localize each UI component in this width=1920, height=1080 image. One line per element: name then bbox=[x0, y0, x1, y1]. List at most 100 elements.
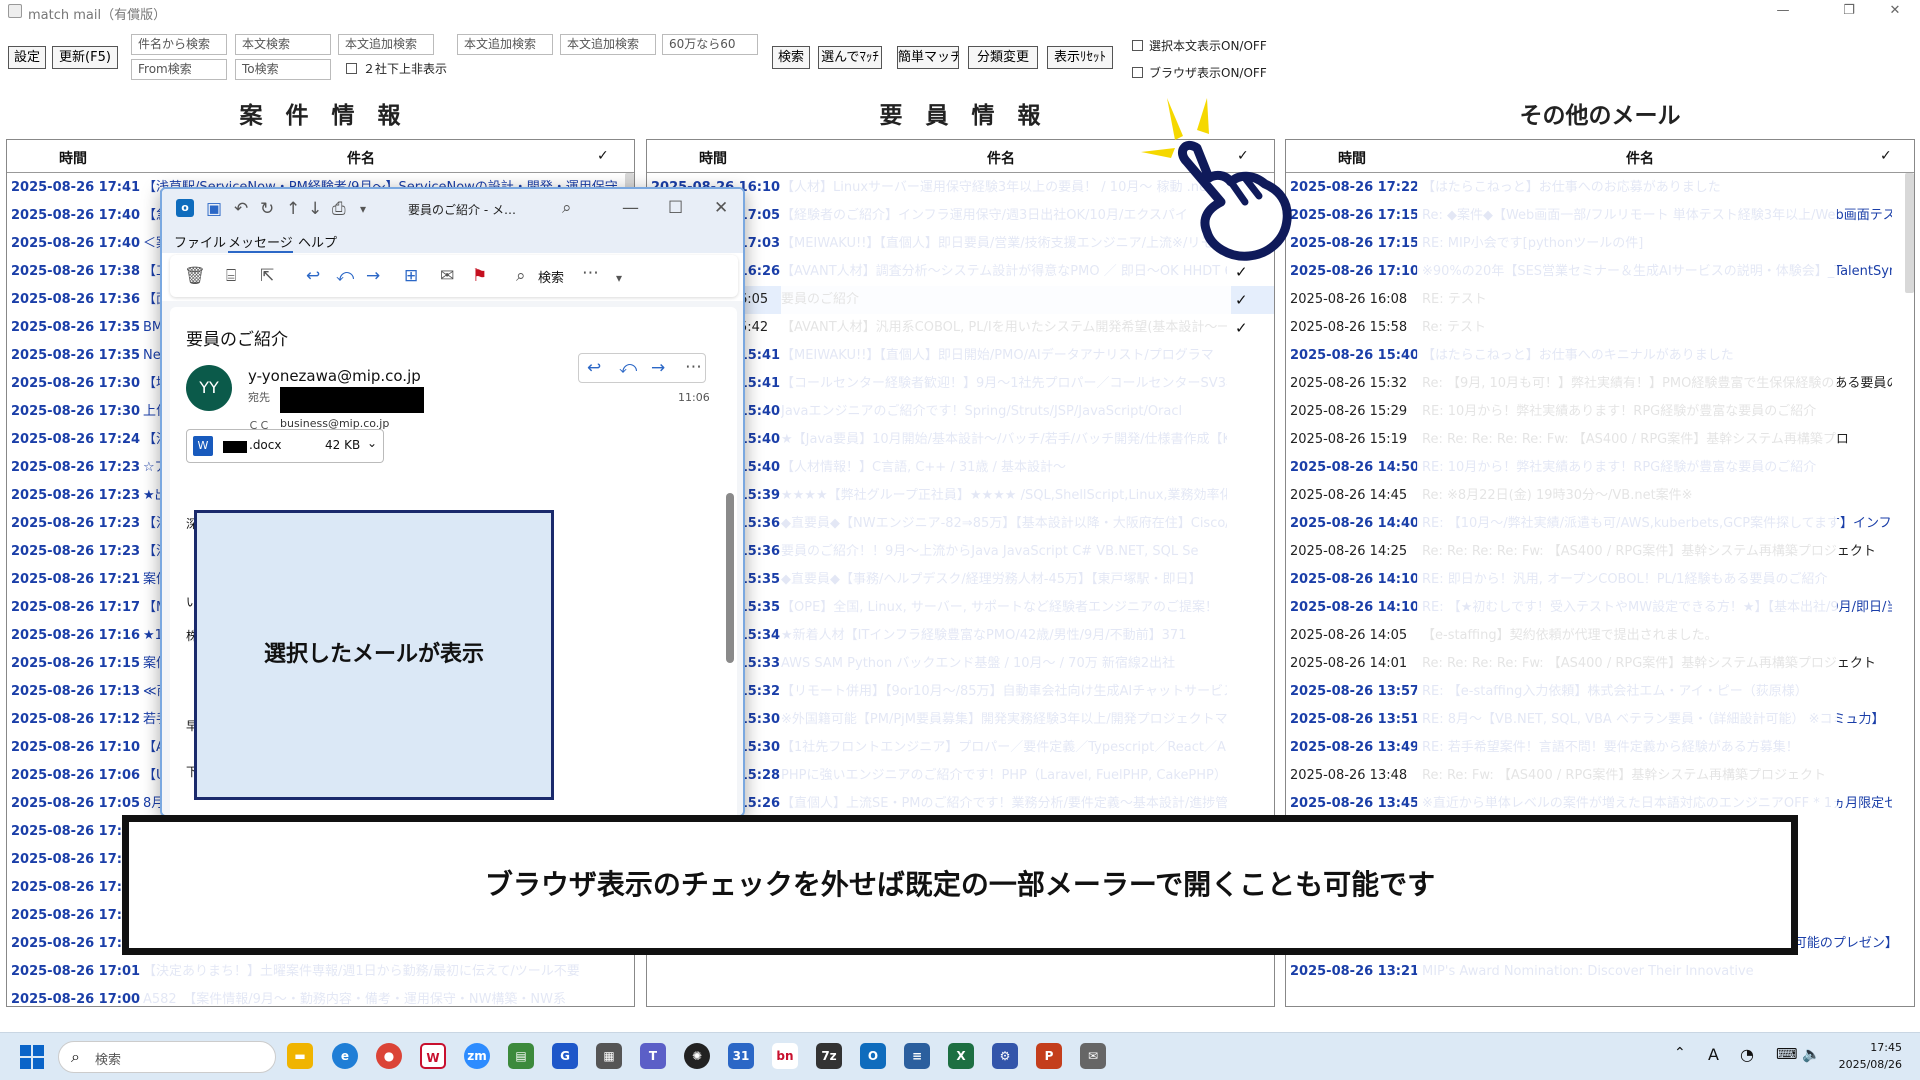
row-time: 2025-08-26 17:10 bbox=[11, 740, 141, 755]
toggle-body-checkbox[interactable]: 選択本文表示ON/OFF bbox=[1132, 39, 1267, 53]
notepad-icon[interactable]: ≡ bbox=[904, 1043, 930, 1069]
column-time[interactable]: 時間 bbox=[699, 148, 727, 168]
flag-icon[interactable]: ⚑ bbox=[472, 266, 487, 286]
taskbar-search[interactable]: ⌕ 検索 bbox=[58, 1041, 276, 1073]
app-g-icon[interactable]: G bbox=[552, 1043, 578, 1069]
body-search-input[interactable]: 本文検索 bbox=[235, 34, 331, 55]
reply-all-icon[interactable]: ⤺ bbox=[336, 266, 354, 286]
file-explorer-icon[interactable]: ▬ bbox=[287, 1043, 313, 1069]
toggle-body-label: 選択本文表示ON/OFF bbox=[1149, 39, 1267, 53]
search-icon[interactable]: ⌕ bbox=[562, 198, 572, 218]
edge-browser-icon[interactable]: e bbox=[332, 1043, 358, 1069]
forward-icon[interactable]: → bbox=[366, 266, 380, 286]
row-check-mark[interactable]: ✓ bbox=[1235, 314, 1248, 342]
reply-all-icon[interactable]: ⤺ bbox=[619, 358, 637, 378]
chrome-icon[interactable]: ● bbox=[376, 1043, 402, 1069]
refresh-button[interactable]: 更新(F5) bbox=[52, 46, 118, 69]
row-time: 2025-08-26 14:25 bbox=[1290, 544, 1408, 559]
excel-icon[interactable]: X bbox=[948, 1043, 974, 1069]
attachment[interactable]: W .docx 42 KB ⌄ bbox=[186, 429, 384, 463]
row-check-mark[interactable]: ✓ bbox=[1235, 286, 1248, 314]
down-arrow-icon[interactable]: ↓ bbox=[308, 199, 322, 219]
clock-date[interactable]: 2025/08/26 bbox=[1838, 1058, 1902, 1071]
copilot-icon[interactable]: ◔ bbox=[1740, 1045, 1754, 1064]
windows-start-icon[interactable] bbox=[20, 1045, 44, 1069]
search-button[interactable]: 検索 bbox=[772, 46, 810, 69]
to-search-input[interactable]: To検索 bbox=[235, 59, 331, 80]
subject-search-input[interactable]: 件名から検索 bbox=[131, 34, 227, 55]
scrollbar-thumb[interactable] bbox=[1905, 173, 1914, 293]
minimize-icon[interactable]: — bbox=[622, 198, 639, 218]
more-options-icon[interactable]: ⋯ bbox=[582, 263, 599, 283]
outlook-icon[interactable]: O bbox=[860, 1043, 886, 1069]
tab-message[interactable]: メッセージ bbox=[228, 232, 293, 253]
volume-icon[interactable]: 🔈 bbox=[1802, 1045, 1821, 1063]
redo-icon[interactable]: ↻ bbox=[260, 199, 274, 219]
reset-view-button[interactable]: 表示ﾘｾｯﾄ bbox=[1047, 46, 1113, 69]
match-mail-app: match mail（有償版） — ❐ ✕ 設定 更新(F5) 件名から検索 本… bbox=[0, 0, 1920, 1080]
more-options-icon[interactable]: ⋯ bbox=[685, 357, 702, 377]
easy-match-button[interactable]: 簡単マッチ bbox=[897, 46, 959, 69]
forward-icon[interactable]: → bbox=[651, 358, 665, 378]
column-subject[interactable]: 件名 bbox=[987, 148, 1015, 168]
rules-icon[interactable]: ✉ bbox=[440, 266, 454, 286]
move-icon[interactable]: ⇱ bbox=[260, 266, 274, 286]
price-rule-input[interactable]: 60万なら60 bbox=[662, 34, 758, 55]
body-add-search-input-3[interactable]: 本文追加検索 bbox=[560, 34, 656, 55]
ime-indicator[interactable]: A bbox=[1708, 1045, 1719, 1064]
7zip-icon[interactable]: 7z bbox=[816, 1043, 842, 1069]
column-subject[interactable]: 件名 bbox=[347, 148, 375, 168]
settings-button[interactable]: 設定 bbox=[8, 46, 46, 69]
maximize-icon[interactable]: ☐ bbox=[668, 198, 683, 218]
sender-email[interactable]: y-yonezawa@mip.co.jp bbox=[248, 367, 421, 385]
undo-icon[interactable]: ↶ bbox=[234, 199, 248, 219]
app-icon[interactable]: bn bbox=[772, 1043, 798, 1069]
chevron-down-icon[interactable]: ⌄ bbox=[367, 436, 377, 450]
up-arrow-icon[interactable]: ↑ bbox=[286, 199, 300, 219]
save-icon[interactable]: ▣ bbox=[206, 199, 222, 219]
scrollbar-thumb[interactable] bbox=[726, 493, 734, 663]
reply-icon[interactable]: ↩ bbox=[587, 358, 601, 378]
match-mail-app-icon[interactable]: W bbox=[420, 1043, 446, 1069]
chevron-down-icon[interactable]: ▾ bbox=[360, 199, 366, 219]
outlook-search-label[interactable]: 検索 bbox=[538, 267, 564, 286]
pick-match-button[interactable]: 選んでﾏｯﾁ bbox=[818, 46, 882, 69]
column-check[interactable]: ✓ bbox=[597, 148, 609, 164]
network-icon[interactable]: ⌨ bbox=[1776, 1045, 1798, 1063]
column-subject[interactable]: 件名 bbox=[1626, 148, 1654, 168]
column-time[interactable]: 時間 bbox=[59, 148, 87, 168]
archive-icon[interactable]: ⌸ bbox=[226, 266, 236, 286]
app-icon[interactable]: ▤ bbox=[508, 1043, 534, 1069]
from-search-input[interactable]: From検索 bbox=[131, 59, 227, 80]
column-time[interactable]: 時間 bbox=[1338, 148, 1366, 168]
maximize-button[interactable]: ❐ bbox=[1826, 0, 1872, 24]
chevron-up-icon[interactable]: ⌃ bbox=[1674, 1045, 1686, 1061]
column-check[interactable]: ✓ bbox=[1880, 148, 1892, 164]
powerpoint-icon[interactable]: P bbox=[1036, 1043, 1062, 1069]
search-icon[interactable]: ⌕ bbox=[516, 266, 526, 286]
zoom-icon[interactable]: zm bbox=[464, 1043, 490, 1069]
classify-button[interactable]: 分類変更 bbox=[968, 46, 1038, 69]
print-icon[interactable]: ⎙ bbox=[332, 199, 346, 219]
row-time: 2025-08-26 17:03 bbox=[11, 908, 141, 923]
mail-icon[interactable]: ✉ bbox=[1080, 1043, 1106, 1069]
chevron-down-icon[interactable]: ▾ bbox=[616, 268, 622, 288]
close-button[interactable]: ✕ bbox=[1872, 0, 1918, 24]
calculator-icon[interactable]: ▦ bbox=[596, 1043, 622, 1069]
tab-file[interactable]: ファイル bbox=[174, 232, 226, 251]
hide-2below-checkbox[interactable]: ２社下上非表示 bbox=[346, 62, 447, 76]
close-icon[interactable]: ✕ bbox=[714, 198, 728, 218]
toggle-browser-checkbox[interactable]: ブラウザ表示ON/OFF bbox=[1132, 66, 1267, 80]
teams-icon[interactable]: T bbox=[640, 1043, 666, 1069]
chatgpt-icon[interactable]: ✺ bbox=[684, 1043, 710, 1069]
body-add-search-input-1[interactable]: 本文追加検索 bbox=[338, 34, 434, 55]
apps-icon[interactable]: ⊞ bbox=[404, 266, 418, 286]
clock-time[interactable]: 17:45 bbox=[1838, 1041, 1902, 1054]
minimize-button[interactable]: — bbox=[1760, 0, 1806, 24]
reply-icon[interactable]: ↩ bbox=[306, 266, 320, 286]
calendar-icon[interactable]: 31 bbox=[728, 1043, 754, 1069]
app-icon[interactable]: ⚙ bbox=[992, 1043, 1018, 1069]
tab-help[interactable]: ヘルプ bbox=[298, 232, 337, 251]
body-add-search-input-2[interactable]: 本文追加検索 bbox=[457, 34, 553, 55]
delete-icon[interactable]: 🗑 bbox=[184, 266, 206, 286]
